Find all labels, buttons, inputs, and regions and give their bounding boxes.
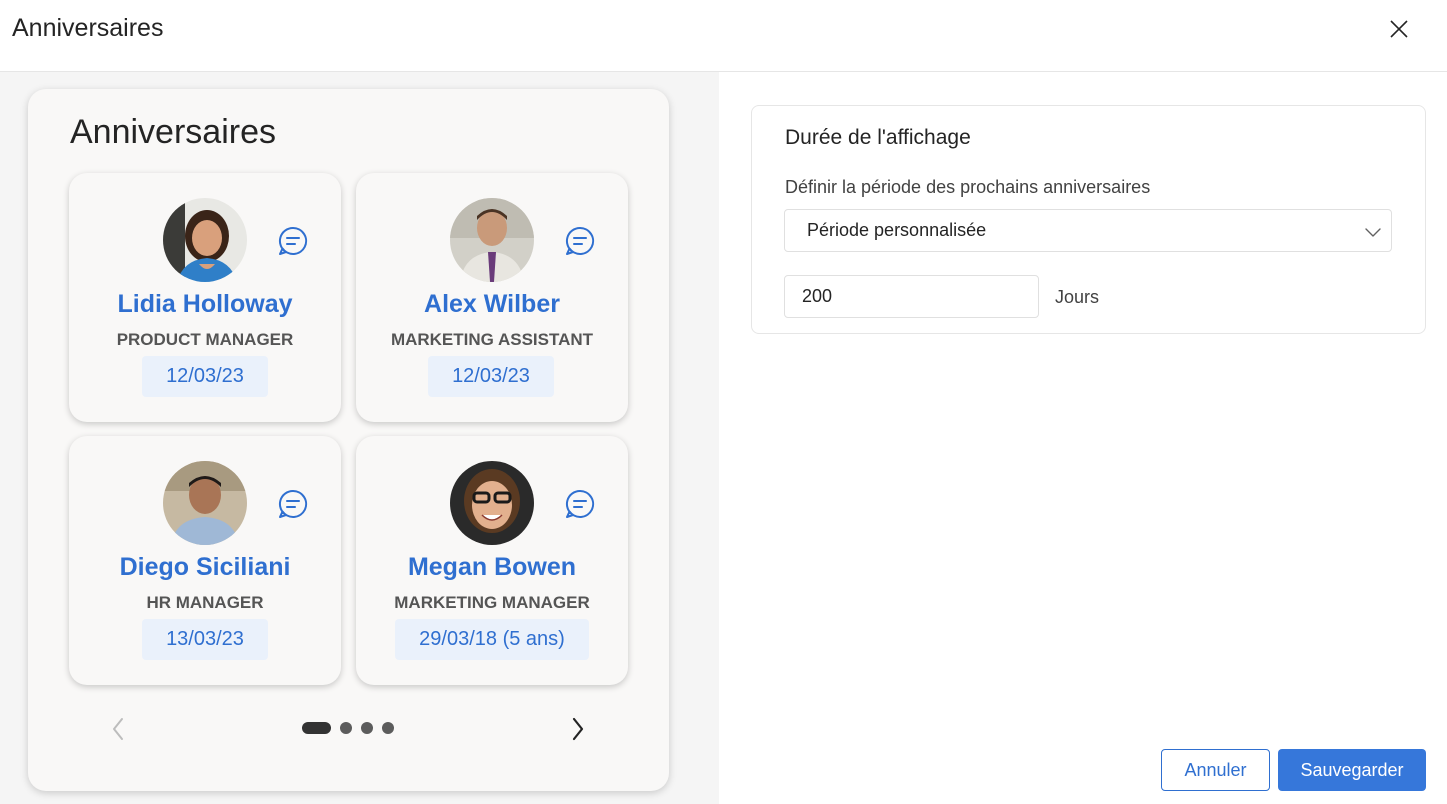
- chevron-right-icon[interactable]: [566, 714, 590, 744]
- pager-dots: [302, 722, 394, 734]
- birthday-date: 13/03/23: [142, 619, 268, 660]
- birthday-widget: Anniversaires Lidia Holloway PRODUCT MAN…: [28, 89, 669, 791]
- person-card: Megan Bowen MARKETING MANAGER 29/03/18 (…: [356, 436, 628, 685]
- pager-dot[interactable]: [302, 722, 331, 734]
- save-button[interactable]: Sauvegarder: [1278, 749, 1426, 791]
- avatar: [163, 461, 247, 545]
- section-title: Durée de l'affichage: [785, 126, 971, 149]
- chat-icon[interactable]: [564, 225, 596, 257]
- birthday-date: 29/03/18 (5 ans): [395, 619, 589, 660]
- person-name[interactable]: Megan Bowen: [356, 553, 628, 582]
- period-dropdown[interactable]: Période personnalisée: [784, 209, 1392, 252]
- preview-pane: Anniversaires Lidia Holloway PRODUCT MAN…: [0, 72, 719, 804]
- chat-icon[interactable]: [277, 488, 309, 520]
- dialog-title: Anniversaires: [12, 14, 164, 42]
- person-name[interactable]: Alex Wilber: [356, 290, 628, 319]
- person-role: HR MANAGER: [146, 593, 264, 612]
- cancel-button[interactable]: Annuler: [1161, 749, 1270, 791]
- display-duration-panel: Durée de l'affichage Définir la période …: [751, 105, 1426, 334]
- avatar: [163, 198, 247, 282]
- person-card: Diego Siciliani HR MANAGER 13/03/23: [69, 436, 341, 685]
- person-card: Lidia Holloway PRODUCT MANAGER 12/03/23: [69, 173, 341, 422]
- person-role: PRODUCT MANAGER: [116, 330, 294, 349]
- person-role: MARKETING MANAGER: [394, 593, 590, 612]
- person-role: MARKETING ASSISTANT: [390, 330, 594, 349]
- days-input[interactable]: [784, 275, 1039, 318]
- pager-dot[interactable]: [361, 722, 373, 734]
- birthday-date: 12/03/23: [428, 356, 554, 397]
- period-label: Définir la période des prochains anniver…: [785, 177, 1151, 197]
- pager-dot[interactable]: [340, 722, 352, 734]
- widget-title: Anniversaires: [70, 113, 276, 151]
- person-name[interactable]: Lidia Holloway: [69, 290, 341, 319]
- chat-icon[interactable]: [564, 488, 596, 520]
- birthday-date: 12/03/23: [142, 356, 268, 397]
- close-icon: [1390, 20, 1408, 38]
- period-dropdown-value: Période personnalisée: [807, 220, 987, 240]
- chat-icon[interactable]: [277, 225, 309, 257]
- days-unit-label: Jours: [1055, 287, 1100, 307]
- chevron-left-icon[interactable]: [106, 714, 130, 744]
- person-card: Alex Wilber MARKETING ASSISTANT 12/03/23: [356, 173, 628, 422]
- pager-dot[interactable]: [382, 722, 394, 734]
- dialog-header: Anniversaires: [0, 0, 1447, 72]
- person-name[interactable]: Diego Siciliani: [69, 553, 341, 582]
- avatar: [450, 461, 534, 545]
- avatar: [450, 198, 534, 282]
- chevron-down-icon: [1365, 228, 1381, 237]
- close-button[interactable]: [1384, 14, 1414, 44]
